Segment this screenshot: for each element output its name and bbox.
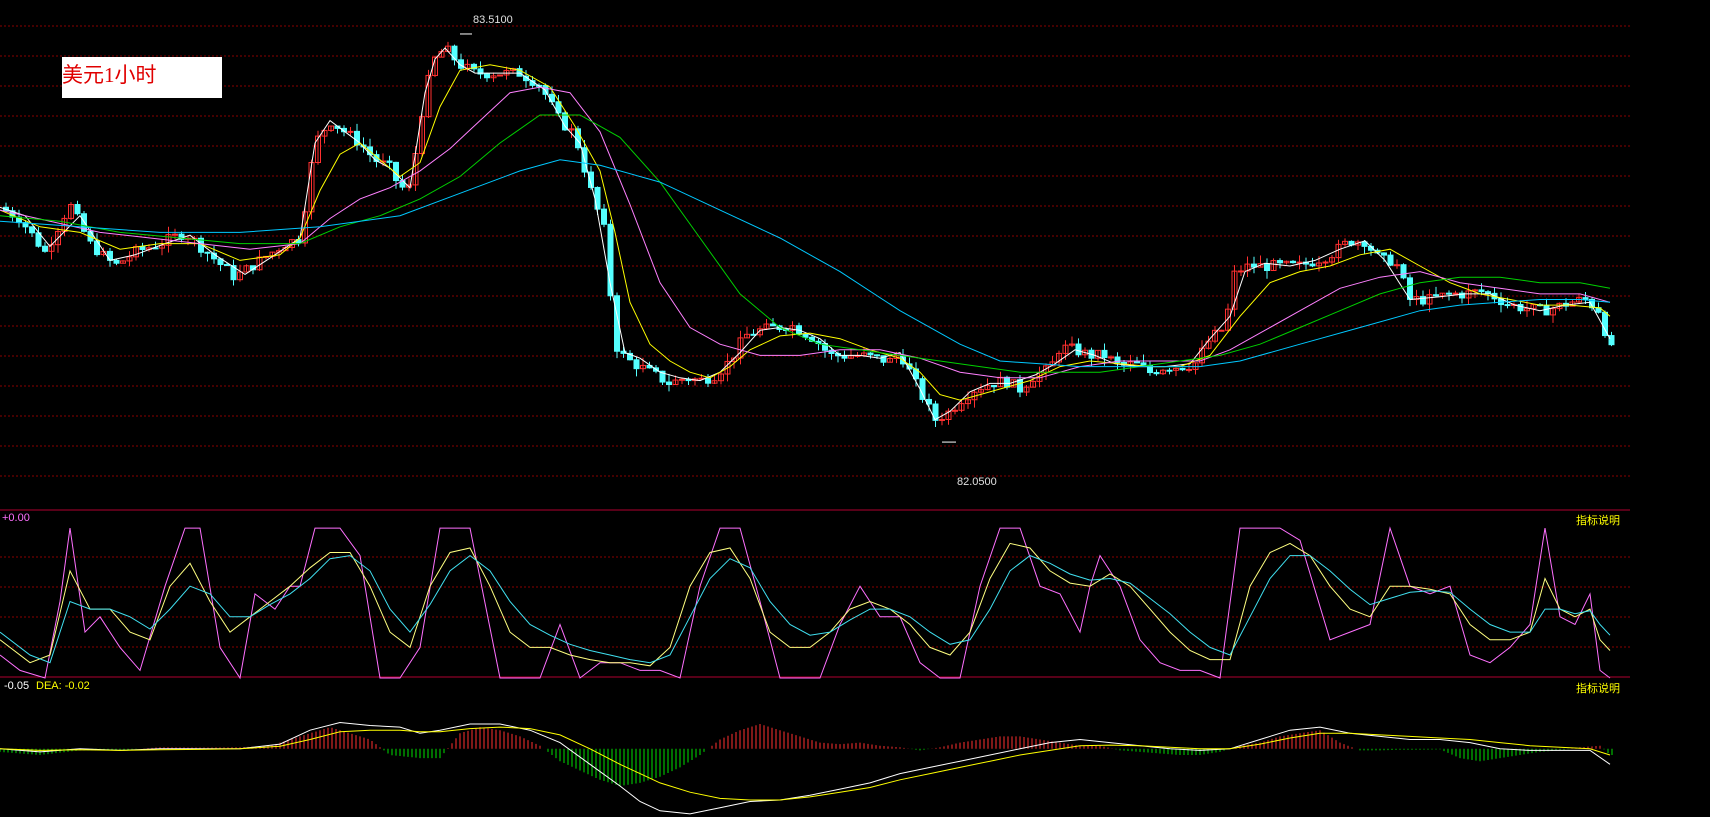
candle-up (1394, 264, 1400, 267)
candle-down (1290, 260, 1296, 264)
candle-down (802, 333, 809, 338)
candle-down (1433, 294, 1439, 297)
chart-title: 美元1小时 (62, 63, 157, 87)
candle-down (484, 73, 490, 79)
candle-down (1166, 369, 1173, 372)
candle-down (705, 377, 711, 384)
candle-down (139, 246, 146, 251)
candle-down (1075, 343, 1082, 356)
candle-down (224, 264, 230, 267)
candle-down (107, 250, 113, 261)
candle-up (172, 233, 178, 236)
high-price-label: 83.5100 (473, 14, 513, 26)
candle-up (1186, 368, 1192, 371)
grid-lines (0, 25, 1630, 678)
candle-down (1179, 367, 1186, 371)
candle-down (451, 45, 458, 61)
candle-down (1381, 252, 1387, 256)
candle-down (666, 381, 672, 386)
ma5-line (0, 47, 1611, 421)
candle-down (386, 160, 393, 163)
chart-canvas (0, 25, 1630, 815)
candle-down (1608, 335, 1615, 346)
candle-up (1322, 261, 1329, 264)
candle-up (1452, 292, 1459, 295)
candle-down (1543, 304, 1550, 316)
candle-down (1140, 362, 1147, 366)
candle-down (1004, 376, 1010, 388)
candle-up (347, 130, 354, 133)
candle-down (874, 354, 880, 357)
candle-down (1309, 263, 1316, 267)
macd-help-link[interactable]: 指标说明 (1576, 680, 1620, 696)
candle-down (1017, 379, 1023, 393)
chart-title-box: 美元1小时 (62, 57, 222, 98)
macd_dea-line (0, 726, 1611, 801)
candle-down (42, 245, 48, 252)
macd-value-label: -0.05 (4, 680, 30, 692)
candle-down (354, 130, 360, 146)
candle-up (1108, 356, 1114, 359)
candlestick-series (3, 41, 1615, 428)
candle-down (1134, 361, 1140, 364)
kdj-help-link[interactable]: 指标说明 (1576, 512, 1620, 528)
moving-average-lines (0, 47, 1611, 421)
candle-down (1446, 292, 1452, 295)
candle-down (1153, 372, 1160, 375)
candle-up (497, 74, 503, 77)
candle-down (1264, 263, 1270, 271)
candle-down (1277, 260, 1283, 264)
candle-up (952, 409, 958, 412)
candle-down (770, 323, 776, 327)
candle-down (549, 93, 555, 103)
candle-down (919, 378, 926, 400)
candle-down (29, 226, 35, 234)
candle-up (1296, 261, 1303, 264)
candle-up (939, 418, 945, 421)
candle-down (1478, 289, 1485, 293)
candle-down (204, 251, 211, 254)
candle-down (1400, 264, 1407, 279)
macd-histogram (0, 724, 1613, 786)
macd-lines (0, 721, 1611, 815)
macd-dea-label: DEA: -0.02 (36, 680, 90, 692)
candle-down (1504, 304, 1511, 307)
candle-down (841, 355, 848, 359)
candle-down (1387, 254, 1394, 266)
kdj-lines (0, 526, 1611, 680)
candle-down (867, 352, 874, 356)
candle-down (1582, 297, 1589, 300)
candle-down (1485, 291, 1491, 294)
low-price-label: 82.0500 (957, 476, 997, 488)
candle-up (679, 378, 685, 381)
macd_dif-line (0, 721, 1611, 815)
candle-down (1517, 303, 1524, 312)
candle-down (1101, 349, 1108, 358)
kdj-value-label: +0.00 (2, 512, 30, 524)
candle-down (74, 204, 81, 215)
candle-down (991, 384, 997, 388)
candle-up (1218, 329, 1225, 332)
candle-down (601, 208, 607, 225)
candle-down (113, 259, 120, 264)
candle-down (633, 359, 640, 370)
candle-up (1238, 270, 1244, 273)
